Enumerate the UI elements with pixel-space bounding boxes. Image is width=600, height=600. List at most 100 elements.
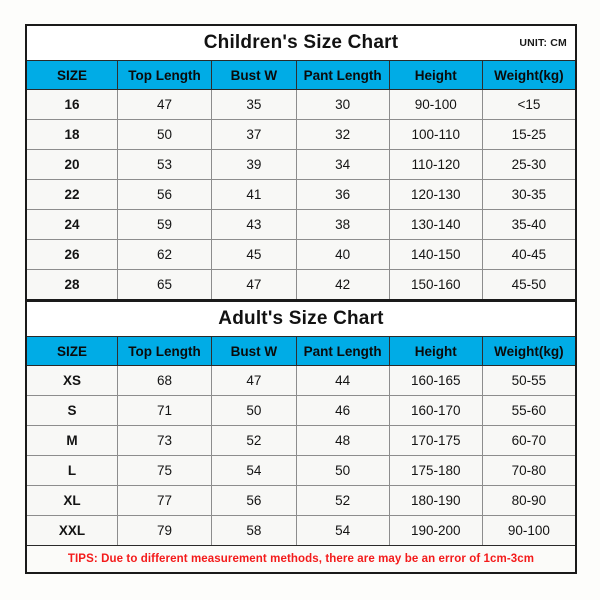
cell-weight: 15-25 — [481, 119, 575, 150]
cell-height: 140-150 — [388, 239, 483, 270]
cell-size: S — [27, 395, 118, 426]
cell-pant-length: 42 — [295, 269, 390, 299]
cell-bust-w: 47 — [211, 365, 297, 396]
cell-height: 160-170 — [388, 395, 483, 426]
cell-top-length: 73 — [116, 425, 213, 456]
cell-size: M — [27, 425, 118, 456]
cell-weight: 55-60 — [481, 395, 575, 426]
adult-col-bust-w: Bust W — [211, 336, 297, 366]
adult-col-size: SIZE — [27, 336, 118, 366]
table-row: 28 65 47 42 150-160 45-50 — [27, 269, 575, 299]
cell-weight: 40-45 — [481, 239, 575, 270]
cell-pant-length: 50 — [295, 455, 390, 486]
cell-height: 150-160 — [388, 269, 483, 299]
cell-top-length: 59 — [116, 209, 213, 240]
cell-pant-length: 46 — [295, 395, 390, 426]
cell-size: 20 — [27, 149, 118, 180]
cell-weight: 90-100 — [481, 515, 575, 545]
children-col-bust-w: Bust W — [211, 60, 297, 90]
cell-bust-w: 39 — [211, 149, 297, 180]
cell-height: 190-200 — [388, 515, 483, 545]
adult-col-pant-length: Pant Length — [295, 336, 390, 366]
cell-size: XL — [27, 485, 118, 516]
children-title-row: Children's Size Chart UNIT: CM — [27, 26, 575, 61]
table-row: XS 68 47 44 160-165 50-55 — [27, 365, 575, 396]
cell-bust-w: 41 — [211, 179, 297, 210]
cell-bust-w: 37 — [211, 119, 297, 150]
cell-bust-w: 54 — [211, 455, 297, 486]
table-row: 22 56 41 36 120-130 30-35 — [27, 179, 575, 210]
cell-size: L — [27, 455, 118, 486]
table-row: 24 59 43 38 130-140 35-40 — [27, 209, 575, 240]
cell-top-length: 65 — [116, 269, 213, 299]
cell-bust-w: 58 — [211, 515, 297, 545]
adult-size-table: Adult's Size Chart SIZE Top Length Bust … — [27, 302, 575, 545]
table-row: XXL 79 58 54 190-200 90-100 — [27, 515, 575, 545]
table-row: 18 50 37 32 100-110 15-25 — [27, 119, 575, 150]
cell-pant-length: 48 — [295, 425, 390, 456]
cell-size: 28 — [27, 269, 118, 299]
cell-top-length: 68 — [116, 365, 213, 396]
cell-top-length: 47 — [116, 89, 213, 120]
cell-bust-w: 52 — [211, 425, 297, 456]
cell-height: 160-165 — [388, 365, 483, 396]
adult-title-row: Adult's Size Chart — [27, 302, 575, 337]
cell-bust-w: 56 — [211, 485, 297, 516]
adult-col-weight: Weight(kg) — [481, 336, 575, 366]
cell-pant-length: 34 — [295, 149, 390, 180]
cell-weight: 25-30 — [481, 149, 575, 180]
cell-height: 120-130 — [388, 179, 483, 210]
children-col-top-length: Top Length — [116, 60, 213, 90]
cell-pant-length: 52 — [295, 485, 390, 516]
cell-pant-length: 36 — [295, 179, 390, 210]
cell-top-length: 62 — [116, 239, 213, 270]
cell-bust-w: 43 — [211, 209, 297, 240]
cell-pant-length: 30 — [295, 89, 390, 120]
cell-weight: 35-40 — [481, 209, 575, 240]
table-row: 20 53 39 34 110-120 25-30 — [27, 149, 575, 180]
children-col-weight: Weight(kg) — [481, 60, 575, 90]
cell-bust-w: 47 — [211, 269, 297, 299]
adult-col-height: Height — [388, 336, 483, 366]
cell-height: 175-180 — [388, 455, 483, 486]
children-col-size: SIZE — [27, 60, 118, 90]
table-row: 26 62 45 40 140-150 40-45 — [27, 239, 575, 270]
cell-weight: <15 — [481, 89, 575, 120]
table-row: M 73 52 48 170-175 60-70 — [27, 425, 575, 456]
cell-size: XS — [27, 365, 118, 396]
children-table-body: Children's Size Chart UNIT: CM SIZE Top … — [27, 26, 575, 299]
cell-pant-length: 38 — [295, 209, 390, 240]
cell-top-length: 77 — [116, 485, 213, 516]
cell-weight: 50-55 — [481, 365, 575, 396]
cell-height: 110-120 — [388, 149, 483, 180]
cell-bust-w: 45 — [211, 239, 297, 270]
cell-top-length: 71 — [116, 395, 213, 426]
cell-pant-length: 54 — [295, 515, 390, 545]
children-title-cell: Children's Size Chart UNIT: CM — [27, 26, 575, 61]
table-row: L 75 54 50 175-180 70-80 — [27, 455, 575, 486]
cell-pant-length: 32 — [295, 119, 390, 150]
children-col-height: Height — [388, 60, 483, 90]
cell-height: 170-175 — [388, 425, 483, 456]
adult-table-body: Adult's Size Chart SIZE Top Length Bust … — [27, 302, 575, 545]
tips-text: TIPS: Due to different measurement metho… — [67, 553, 535, 565]
cell-height: 100-110 — [388, 119, 483, 150]
cell-size: 22 — [27, 179, 118, 210]
children-col-pant-length: Pant Length — [295, 60, 390, 90]
tips-footer: TIPS: Due to different measurement metho… — [27, 545, 575, 572]
size-chart-container: Children's Size Chart UNIT: CM SIZE Top … — [25, 24, 577, 574]
cell-weight: 30-35 — [481, 179, 575, 210]
cell-bust-w: 35 — [211, 89, 297, 120]
cell-top-length: 53 — [116, 149, 213, 180]
cell-top-length: 56 — [116, 179, 213, 210]
table-row: XL 77 56 52 180-190 80-90 — [27, 485, 575, 516]
cell-size: 16 — [27, 89, 118, 120]
cell-height: 180-190 — [388, 485, 483, 516]
cell-pant-length: 40 — [295, 239, 390, 270]
adult-header-row: SIZE Top Length Bust W Pant Length Heigh… — [27, 336, 575, 366]
cell-weight: 45-50 — [481, 269, 575, 299]
cell-size: 24 — [27, 209, 118, 240]
size-chart-page: Children's Size Chart UNIT: CM SIZE Top … — [0, 0, 600, 600]
adult-title-cell: Adult's Size Chart — [27, 302, 575, 337]
adult-chart-title: Adult's Size Chart — [218, 308, 384, 329]
